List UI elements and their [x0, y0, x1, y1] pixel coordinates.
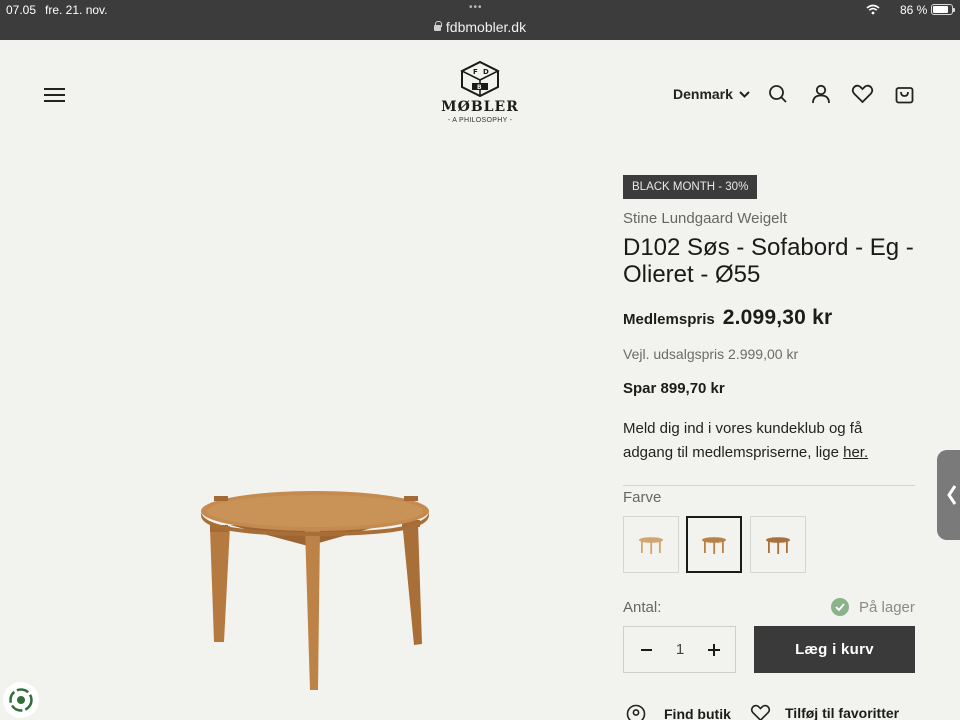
plus-icon[interactable] — [708, 644, 720, 656]
color-label: Farve — [623, 489, 662, 506]
country-selector[interactable]: Denmark — [673, 86, 750, 102]
club-info: Meld dig ind i vores kundeklub og få adg… — [623, 417, 913, 465]
url-text: fdbmobler.dk — [445, 19, 527, 35]
chevron-down-icon — [739, 90, 750, 98]
color-swatch-oak-oiled[interactable] — [686, 516, 742, 573]
promo-badge: BLACK MONTH - 30% — [623, 175, 758, 199]
find-store-label: Find butik — [664, 706, 731, 720]
logo[interactable]: F D B MØBLER - A PHILOSOPHY - — [430, 60, 530, 124]
product-designer[interactable]: Stine Lundgaard Weigelt — [623, 210, 787, 227]
find-store-link[interactable]: Find butik — [626, 704, 731, 720]
lock-icon — [433, 21, 442, 31]
quantity-label: Antal: — [623, 599, 662, 616]
color-swatch-light-oak[interactable] — [623, 516, 679, 573]
menu-icon[interactable] — [44, 88, 66, 102]
side-panel-tab[interactable] — [937, 450, 960, 540]
cookie-icon — [9, 688, 33, 712]
divider — [623, 485, 915, 486]
account-icon[interactable] — [811, 84, 831, 104]
tab-dots-icon[interactable]: ••• — [469, 2, 483, 13]
address-bar[interactable]: fdbmobler.dk — [0, 19, 960, 35]
search-icon[interactable] — [768, 84, 788, 104]
color-swatch-dark-oak[interactable] — [750, 516, 806, 573]
savings-text: Spar 899,70 kr — [623, 380, 725, 397]
recommended-price: Vejl. udsalgspris 2.999,00 kr — [623, 346, 799, 362]
status-time: 07.05 — [6, 3, 37, 17]
browser-status-bar: 07.05 fre. 21. nov. ••• fdbmobler.dk 86 … — [0, 0, 960, 40]
club-text: Meld dig ind i vores kundeklub og få adg… — [623, 420, 863, 461]
table-thumbnail-icon — [639, 536, 663, 554]
svg-text:D: D — [483, 68, 489, 76]
quantity-stepper[interactable]: 1 — [623, 626, 736, 673]
logo-mark-icon: F D B — [460, 60, 500, 98]
product-image[interactable] — [190, 480, 440, 695]
logo-tagline: - A PHILOSOPHY - — [447, 117, 513, 124]
product-title: D102 Søs - Sofabord - Eg - Olieret - Ø55 — [623, 234, 914, 288]
cookie-consent-icon[interactable] — [3, 682, 39, 718]
chevron-left-icon — [947, 485, 957, 505]
minus-icon[interactable] — [641, 649, 652, 651]
logo-name: MØBLER — [441, 99, 519, 115]
add-to-cart-button[interactable]: Læg i kurv — [754, 626, 915, 673]
member-price: 2.099,30 kr — [722, 306, 833, 329]
club-link[interactable]: her. — [843, 444, 868, 461]
wifi-icon — [866, 4, 880, 15]
svg-text:B: B — [477, 84, 482, 91]
country-label: Denmark — [673, 86, 733, 102]
svg-text:F: F — [473, 68, 478, 76]
cart-icon[interactable] — [895, 84, 914, 104]
table-thumbnail-icon — [702, 536, 726, 554]
heart-icon — [750, 704, 771, 720]
check-icon — [831, 598, 849, 616]
quantity-value[interactable]: 1 — [664, 641, 696, 658]
add-favorite-label: Tilføj til favoritter — [785, 705, 900, 720]
table-thumbnail-icon — [766, 536, 790, 554]
status-date: fre. 21. nov. — [45, 3, 108, 17]
stock-text: På lager — [859, 598, 915, 616]
add-favorite-link[interactable]: Tilføj til favoritter — [750, 704, 899, 720]
member-price-label: Medlemspris — [623, 311, 715, 328]
battery-percentage: 86 % — [900, 3, 928, 17]
heart-icon[interactable] — [851, 84, 874, 104]
battery-icon — [931, 4, 955, 15]
location-pin-icon — [626, 704, 646, 720]
stock-status: På lager — [831, 598, 915, 616]
member-price-row: Medlemspris 2.099,30 kr — [623, 306, 832, 330]
